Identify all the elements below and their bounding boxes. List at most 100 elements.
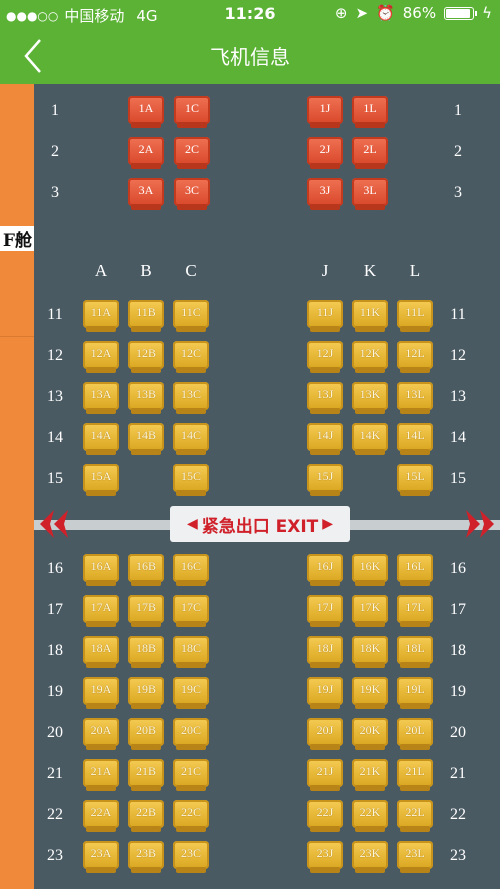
seat-2a[interactable]: 2A <box>128 137 164 169</box>
seat-21l[interactable]: 21L <box>397 759 433 791</box>
seat-19j[interactable]: 19J <box>307 677 343 709</box>
seat-20c[interactable]: 20C <box>173 718 209 750</box>
seat-3c[interactable]: 3C <box>174 178 210 210</box>
seat-2j[interactable]: 2J <box>307 137 343 169</box>
seat-cushion <box>131 204 161 210</box>
seat-11k[interactable]: 11K <box>352 300 388 332</box>
seat-22k[interactable]: 22K <box>352 800 388 832</box>
seat-2c[interactable]: 2C <box>174 137 210 169</box>
seat-15j[interactable]: 15J <box>307 464 343 496</box>
seat-16j[interactable]: 16J <box>307 554 343 586</box>
seat-18j[interactable]: 18J <box>307 636 343 668</box>
seat-20k[interactable]: 20K <box>352 718 388 750</box>
seat-12a[interactable]: 12A <box>83 341 119 373</box>
seat-14k[interactable]: 14K <box>352 423 388 455</box>
seat-label: 12K <box>359 346 381 360</box>
seat-12l[interactable]: 12L <box>397 341 433 373</box>
seat-15l[interactable]: 15L <box>397 464 433 496</box>
seat-21b[interactable]: 21B <box>128 759 164 791</box>
seat-13l[interactable]: 13L <box>397 382 433 414</box>
seat-12b[interactable]: 12B <box>128 341 164 373</box>
seat-16c[interactable]: 16C <box>173 554 209 586</box>
seat-22b[interactable]: 22B <box>128 800 164 832</box>
seat-18b[interactable]: 18B <box>128 636 164 668</box>
seat-label: 14L <box>405 428 425 442</box>
seat-17l[interactable]: 17L <box>397 595 433 627</box>
seat-23k[interactable]: 23K <box>352 841 388 873</box>
seat-2l[interactable]: 2L <box>352 137 388 169</box>
seat-3j[interactable]: 3J <box>307 178 343 210</box>
seat-1c[interactable]: 1C <box>174 96 210 128</box>
seat-12c[interactable]: 12C <box>173 341 209 373</box>
seat-19l[interactable]: 19L <box>397 677 433 709</box>
seat-3l[interactable]: 3L <box>352 178 388 210</box>
seat-13b[interactable]: 13B <box>128 382 164 414</box>
seat-15a[interactable]: 15A <box>83 464 119 496</box>
seat-13j[interactable]: 13J <box>307 382 343 414</box>
seat-19c[interactable]: 19C <box>173 677 209 709</box>
seat-14l[interactable]: 14L <box>397 423 433 455</box>
seat-20b[interactable]: 20B <box>128 718 164 750</box>
seat-11b[interactable]: 11B <box>128 300 164 332</box>
seat-23b[interactable]: 23B <box>128 841 164 873</box>
seat-21a[interactable]: 21A <box>83 759 119 791</box>
seat-label: 20B <box>135 723 156 737</box>
seat-14b[interactable]: 14B <box>128 423 164 455</box>
seat-cushion <box>355 449 385 455</box>
seat-18a[interactable]: 18A <box>83 636 119 668</box>
seat-17a[interactable]: 17A <box>83 595 119 627</box>
seat-13a[interactable]: 13A <box>83 382 119 414</box>
seat-21k[interactable]: 21K <box>352 759 388 791</box>
seat-14c[interactable]: 14C <box>173 423 209 455</box>
seat-17k[interactable]: 17K <box>352 595 388 627</box>
seat-23j[interactable]: 23J <box>307 841 343 873</box>
seat-cushion <box>355 621 385 627</box>
seat-17j[interactable]: 17J <box>307 595 343 627</box>
seat-18l[interactable]: 18L <box>397 636 433 668</box>
seat-16k[interactable]: 16K <box>352 554 388 586</box>
seat-1a[interactable]: 1A <box>128 96 164 128</box>
row-number-left: 11 <box>47 306 63 323</box>
seat-label: 17B <box>135 600 156 614</box>
seat-1l[interactable]: 1L <box>352 96 388 128</box>
seat-23c[interactable]: 23C <box>173 841 209 873</box>
seat-3a[interactable]: 3A <box>128 178 164 210</box>
seat-18c[interactable]: 18C <box>173 636 209 668</box>
seat-19b[interactable]: 19B <box>128 677 164 709</box>
seat-label: 22C <box>180 805 201 819</box>
seat-label: 12C <box>180 346 201 360</box>
seat-11a[interactable]: 11A <box>83 300 119 332</box>
seat-16l[interactable]: 16L <box>397 554 433 586</box>
seat-20j[interactable]: 20J <box>307 718 343 750</box>
seat-14j[interactable]: 14J <box>307 423 343 455</box>
seat-11c[interactable]: 11C <box>173 300 209 332</box>
seat-label: 19K <box>359 682 381 696</box>
seat-20l[interactable]: 20L <box>397 718 433 750</box>
seat-22j[interactable]: 22J <box>307 800 343 832</box>
seat-21j[interactable]: 21J <box>307 759 343 791</box>
seat-1j[interactable]: 1J <box>307 96 343 128</box>
seat-12j[interactable]: 12J <box>307 341 343 373</box>
seat-22c[interactable]: 22C <box>173 800 209 832</box>
seat-12k[interactable]: 12K <box>352 341 388 373</box>
seat-20a[interactable]: 20A <box>83 718 119 750</box>
seat-16a[interactable]: 16A <box>83 554 119 586</box>
seat-15c[interactable]: 15C <box>173 464 209 496</box>
seat-23a[interactable]: 23A <box>83 841 119 873</box>
seat-22l[interactable]: 22L <box>397 800 433 832</box>
seat-13c[interactable]: 13C <box>173 382 209 414</box>
seat-17b[interactable]: 17B <box>128 595 164 627</box>
seat-11j[interactable]: 11J <box>307 300 343 332</box>
seat-cushion <box>131 163 161 169</box>
seat-11l[interactable]: 11L <box>397 300 433 332</box>
seat-22a[interactable]: 22A <box>83 800 119 832</box>
seat-21c[interactable]: 21C <box>173 759 209 791</box>
seat-19a[interactable]: 19A <box>83 677 119 709</box>
seat-14a[interactable]: 14A <box>83 423 119 455</box>
seat-16b[interactable]: 16B <box>128 554 164 586</box>
seat-23l[interactable]: 23L <box>397 841 433 873</box>
seat-18k[interactable]: 18K <box>352 636 388 668</box>
seat-17c[interactable]: 17C <box>173 595 209 627</box>
seat-19k[interactable]: 19K <box>352 677 388 709</box>
seat-13k[interactable]: 13K <box>352 382 388 414</box>
